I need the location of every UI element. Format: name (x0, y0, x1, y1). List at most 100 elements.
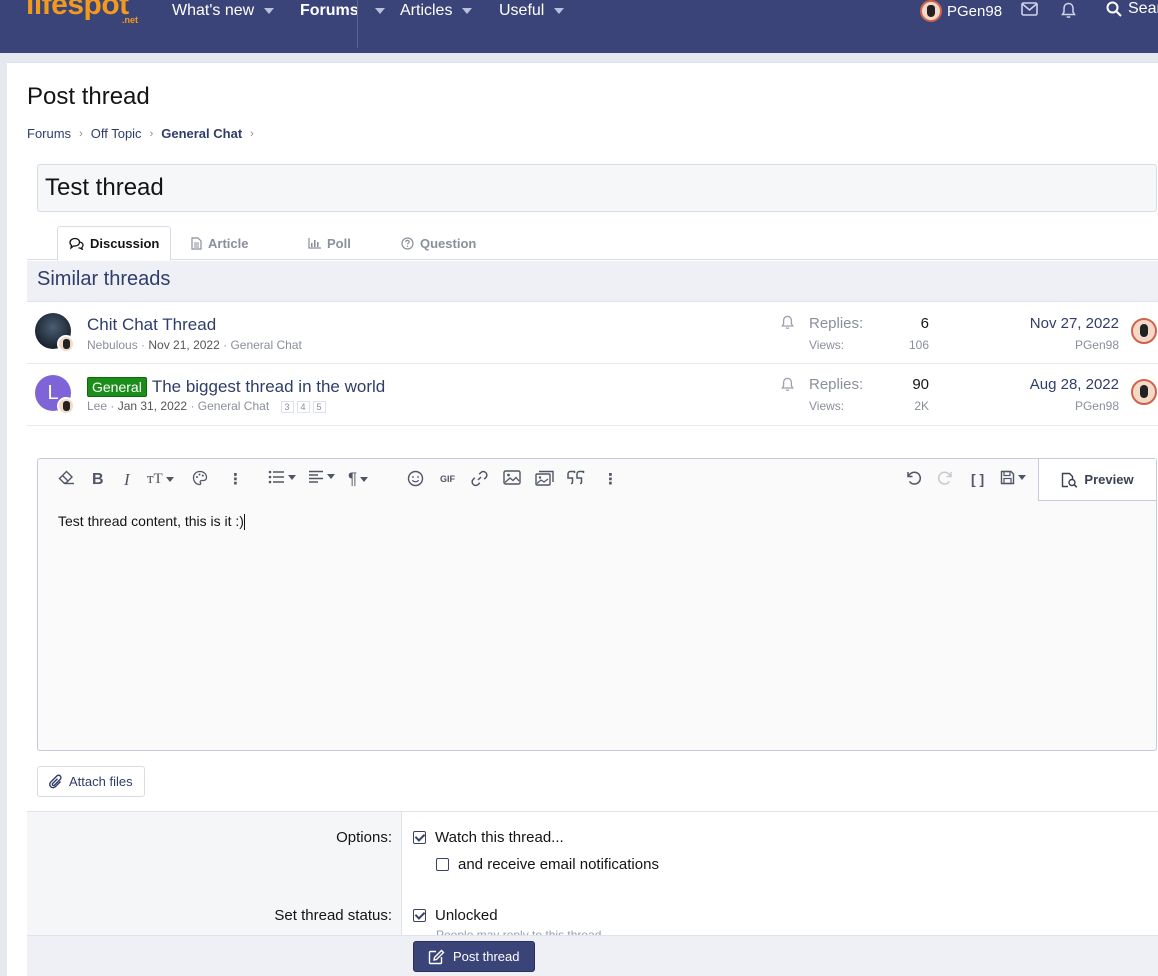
last-post-user[interactable]: PGen98 (1075, 399, 1119, 413)
editor-toolbar: B I тT ⋮ ¶ GIF ⋮ [] Preview (38, 459, 1156, 501)
breadcrumb-general-chat[interactable]: General Chat (161, 126, 242, 141)
palette-icon[interactable] (192, 470, 208, 490)
more-vertical-icon[interactable]: ⋮ (228, 470, 243, 488)
user-menu[interactable]: PGen98 (920, 0, 1002, 22)
similar-thread-row[interactable]: Chit Chat Thread Nebulous · Nov 21, 2022… (27, 302, 1158, 364)
nav-whats-new[interactable]: What's new (172, 2, 275, 20)
nav-forums[interactable]: Forums (300, 2, 385, 20)
main-content: Post thread Forums › Off Topic › General… (7, 62, 1158, 976)
align-icon[interactable] (308, 470, 335, 483)
thread-author[interactable]: Nebulous (87, 338, 138, 352)
post-thread-label[interactable]: Post thread (453, 949, 520, 964)
more-vertical-icon[interactable]: ⋮ (603, 470, 618, 488)
watch-thread-option[interactable]: Watch this thread... (413, 829, 564, 846)
nav-whats-new-label[interactable]: What's new (172, 2, 254, 20)
attach-files-button[interactable]: Attach files (37, 766, 145, 797)
avatar[interactable] (57, 397, 75, 415)
message-editor[interactable]: B I тT ⋮ ¶ GIF ⋮ [] Preview Test thread… (37, 458, 1157, 751)
nav-useful[interactable]: Useful (499, 2, 565, 20)
search-icon[interactable] (1106, 1, 1122, 17)
search-label[interactable]: Search (1128, 0, 1158, 18)
thread-title-link[interactable]: Chit Chat Thread (87, 315, 216, 335)
thread-forum[interactable]: General Chat (230, 338, 301, 352)
breadcrumb-off-topic[interactable]: Off Topic (91, 126, 142, 141)
avatar[interactable] (920, 0, 942, 22)
top-navigation: lifespot .net What's new Forums Articles… (0, 0, 1158, 53)
page-link[interactable]: 5 (312, 401, 326, 413)
preview-label[interactable]: Preview (1084, 472, 1133, 487)
link-icon[interactable] (471, 470, 488, 491)
font-size-icon[interactable]: тT (147, 471, 174, 488)
chevron-down-icon[interactable] (554, 8, 565, 14)
similar-thread-row[interactable]: L General The biggest thread in the worl… (27, 364, 1158, 426)
nav-useful-label[interactable]: Useful (499, 2, 544, 20)
bbcode-icon[interactable]: [ ] (971, 471, 984, 487)
nav-articles[interactable]: Articles (400, 2, 473, 20)
bold-icon[interactable]: B (92, 471, 104, 489)
bell-icon[interactable] (1061, 2, 1076, 24)
email-notifications-option[interactable]: and receive email notifications (436, 856, 659, 873)
page-link[interactable]: 4 (296, 401, 310, 413)
preview-button[interactable]: Preview (1038, 459, 1156, 501)
nav-articles-label[interactable]: Articles (400, 2, 452, 20)
last-post-date[interactable]: Nov 27, 2022 (1030, 315, 1119, 332)
avatar[interactable] (1131, 318, 1157, 344)
bar-chart-icon (308, 237, 321, 249)
post-thread-button[interactable]: Post thread (413, 941, 535, 972)
thread-title-input[interactable]: Test thread (37, 164, 1157, 212)
username[interactable]: PGen98 (947, 3, 1002, 20)
thread-forum[interactable]: General Chat (198, 399, 269, 413)
image-icon[interactable] (503, 470, 521, 489)
tab-question-label[interactable]: Question (420, 236, 476, 251)
save-draft-icon[interactable] (1000, 470, 1026, 485)
tab-question[interactable]: Question (390, 226, 487, 260)
email-notifications-label[interactable]: and receive email notifications (458, 856, 659, 873)
eraser-icon[interactable] (58, 470, 75, 489)
last-post-user[interactable]: PGen98 (1075, 338, 1119, 352)
undo-icon[interactable] (905, 470, 922, 490)
page-jump-links: 3 4 5 (280, 401, 326, 413)
preview-icon (1062, 472, 1078, 488)
nav-forums-label[interactable]: Forums (300, 2, 359, 20)
chevron-down-icon[interactable] (374, 8, 385, 14)
chevron-right-icon: › (250, 127, 254, 140)
tab-poll[interactable]: Poll (297, 226, 362, 260)
quote-icon[interactable] (567, 470, 585, 489)
comments-icon (69, 237, 84, 250)
email-notifications-checkbox[interactable] (436, 858, 449, 871)
avatar[interactable] (1131, 379, 1157, 405)
last-post-date[interactable]: Aug 28, 2022 (1030, 376, 1119, 393)
italic-icon[interactable]: I (124, 470, 130, 490)
question-circle-icon (401, 236, 414, 250)
watch-thread-label[interactable]: Watch this thread... (435, 829, 564, 846)
site-logo[interactable]: lifespot (26, 0, 129, 22)
editor-text[interactable]: Test thread content, this is it :) (58, 513, 244, 529)
tab-article-label[interactable]: Article (208, 236, 248, 251)
search-button[interactable]: Search (1106, 0, 1158, 18)
thread-prefix-badge[interactable]: General (87, 377, 147, 397)
tab-discussion[interactable]: Discussion (57, 226, 172, 261)
unlocked-label[interactable]: Unlocked (435, 907, 498, 924)
thread-title-link[interactable]: The biggest thread in the world (152, 377, 385, 397)
envelope-icon[interactable] (1021, 2, 1038, 21)
tab-discussion-label[interactable]: Discussion (90, 236, 159, 251)
chevron-down-icon[interactable] (264, 8, 275, 14)
media-icon[interactable] (535, 470, 554, 490)
unlocked-checkbox[interactable] (413, 909, 426, 922)
unlocked-option[interactable]: Unlocked (413, 907, 498, 924)
tab-poll-label[interactable]: Poll (327, 236, 351, 251)
breadcrumb-forums[interactable]: Forums (27, 126, 71, 141)
redo-icon[interactable] (937, 470, 954, 490)
chevron-down-icon[interactable] (462, 8, 473, 14)
gif-icon[interactable]: GIF (440, 474, 455, 484)
editor-content[interactable]: Test thread content, this is it :) (58, 513, 245, 531)
smiley-icon[interactable] (407, 470, 424, 491)
page-link[interactable]: 3 (280, 401, 294, 413)
paragraph-icon[interactable]: ¶ (348, 469, 369, 489)
list-icon[interactable] (268, 470, 296, 484)
watch-thread-checkbox[interactable] (413, 831, 426, 844)
thread-author[interactable]: Lee (87, 399, 107, 413)
avatar[interactable] (57, 335, 75, 353)
attach-files-label[interactable]: Attach files (69, 774, 133, 789)
tab-article[interactable]: Article (180, 226, 259, 260)
